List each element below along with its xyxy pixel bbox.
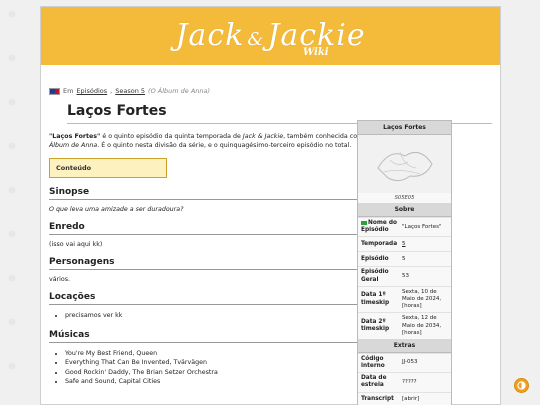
infobox-key: Data 1º timeskip	[361, 292, 390, 306]
wiki-banner[interactable]: Jack & Jackie Wiki	[41, 7, 500, 65]
enredo-text: (isso vai aqui kk)	[49, 241, 103, 249]
infobox-row-codigo: Código interno JJ-053	[358, 352, 451, 372]
infobox-row-timeskip2: Data 2º timeskip Sexta, 12 de Maio de 20…	[358, 312, 451, 338]
infobox-value: Sexta, 12 de Maio de 2034, [horas]	[402, 315, 442, 336]
list-item: precisamos ver kk	[65, 311, 389, 320]
section-title-musicas: Músicas	[49, 330, 389, 343]
locacoes-list: precisamos ver kk	[49, 311, 389, 320]
breadcrumb-link-season[interactable]: Season 5	[115, 87, 145, 95]
infobox-value: JJ-053	[402, 359, 418, 366]
infobox-key: Episódio	[361, 255, 389, 262]
infobox-value: 5	[402, 255, 406, 262]
list-item: Good Rockin' Daddy, The Brian Setzer Orc…	[65, 368, 389, 377]
infobox-row-nome: Nome do Episódio "Laços Fortes"	[358, 217, 451, 236]
intro-paragraph: "Laços Fortes" é o quinto episódio da qu…	[49, 132, 389, 150]
infobox-section-sobre: Sobre	[358, 203, 451, 217]
infobox-title: Laços Fortes	[358, 121, 451, 135]
infobox-key: Episódio Geral	[361, 269, 389, 283]
infobox-key: Nome do Episódio	[361, 220, 399, 234]
infobox-key: Transcript	[361, 396, 394, 403]
contrast-icon	[517, 381, 526, 390]
infobox-key: Temporada	[361, 240, 398, 247]
flag-icon	[49, 87, 60, 95]
logo-ampersand: &	[247, 29, 265, 50]
intro-text-1: é o quinto episódio da quinta temporada …	[100, 133, 243, 140]
breadcrumb-link-episodios[interactable]: Episódios	[76, 87, 107, 95]
table-of-contents[interactable]: Conteúdo	[49, 158, 167, 179]
section-title-locacoes: Locações	[49, 292, 389, 306]
infobox-value: "Laços Fortes"	[402, 223, 442, 230]
infobox-value: ?????	[402, 378, 417, 385]
infobox-key: Data de estreia	[361, 375, 387, 389]
section-title-enredo: Enredo	[49, 222, 389, 236]
wiki-logo[interactable]: Jack & Jackie	[175, 21, 365, 51]
infobox-key: Data 2º timeskip	[361, 318, 390, 333]
theme-toggle-button[interactable]	[514, 378, 529, 393]
list-item: Everything That Can Be Invented, Tvärväg…	[65, 358, 389, 367]
intro-bold: "Laços Fortes"	[49, 133, 101, 140]
infobox-row-timeskip1: Data 1º timeskip Sexta, 10 de Maio de 20…	[358, 285, 451, 312]
infobox-row-episodio: Episódio 5	[358, 251, 451, 266]
infobox-key: Código interno	[361, 355, 385, 370]
logo-jack: Jack	[175, 18, 245, 53]
list-item: You're My Best Friend, Queen	[65, 349, 389, 358]
episode-infobox: Laços Fortes S05E05 Sobre Nome do Episód…	[357, 120, 452, 405]
flag-icon	[361, 220, 367, 225]
sketch-image	[376, 151, 433, 182]
infobox-row-temporada: Temporada 5	[358, 236, 451, 251]
infobox-value-link[interactable]: 5	[399, 241, 448, 248]
infobox-row-episodio-geral: Episódio Geral 53	[358, 266, 451, 285]
musicas-list: You're My Best Friend, Queen Everything …	[49, 349, 389, 387]
intro-show: Jack & Jackie	[242, 133, 284, 140]
breadcrumb: Em Episódios, Season 5 (O Álbum de Anna)	[49, 87, 492, 95]
episode-image[interactable]	[358, 135, 451, 193]
section-title-personagens: Personagens	[49, 257, 389, 271]
sinopse-text: O que leva uma amizade a ser duradoura?	[49, 206, 184, 214]
logo-wiki: Wiki	[303, 47, 329, 58]
infobox-row-estreia: Data de estreia ?????	[358, 372, 451, 391]
breadcrumb-note: (O Álbum de Anna)	[148, 87, 211, 95]
intro-text-3: . É o quinto nesta divisão da série, e o…	[97, 142, 352, 150]
infobox-value: 53	[402, 273, 409, 280]
infobox-link[interactable]: 5	[402, 241, 406, 247]
infobox-value: Sexta, 10 de Maio de 2024, [horas]	[402, 288, 442, 310]
infobox-caption: S05E05	[394, 195, 415, 201]
section-title-sinopse: Sinopse	[49, 187, 389, 201]
infobox-row-transcript: Transcript [abrir]	[358, 391, 451, 405]
list-item: Safe and Sound, Capital Cities	[65, 377, 389, 386]
transcript-link[interactable]: [abrir]	[399, 396, 448, 403]
breadcrumb-prefix: Em	[63, 87, 74, 95]
personagens-text: vários.	[49, 276, 71, 284]
infobox-section-extras: Extras	[358, 338, 451, 353]
